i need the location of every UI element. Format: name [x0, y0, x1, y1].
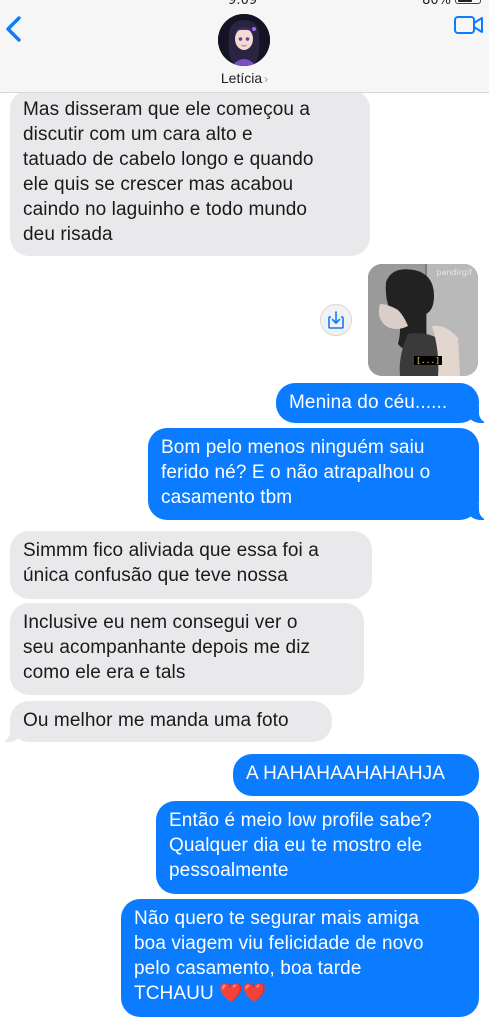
download-icon — [328, 311, 344, 329]
message-line: única confusão que teve nossa — [23, 565, 288, 586]
message-line: casamento tbm — [161, 487, 293, 508]
chevron-right-icon: › — [264, 72, 269, 86]
message-incoming[interactable]: Simmm fico aliviada que essa foi a única… — [10, 531, 372, 599]
message-outgoing[interactable]: A HAHAHAAHAHAHJA — [233, 754, 479, 796]
contact-name-button[interactable]: Letícia › — [0, 70, 489, 86]
status-time: 9:09 — [228, 0, 258, 8]
back-button[interactable] — [2, 14, 30, 44]
message-line: seu acompanhante depois me diz — [23, 637, 311, 658]
message-line: discutir com um cara alto e — [23, 124, 253, 145]
image-caption: [...] — [414, 356, 443, 365]
conversation-header: 9:09 80% Letícia › — [0, 0, 489, 93]
message-line: Menina do céu...... — [289, 392, 448, 413]
image-watermark: pandirgif — [436, 268, 472, 277]
message-line: boa viagem viu felicidade de novo — [134, 933, 424, 954]
message-line: Inclusive eu nem consegui ver o — [23, 612, 298, 633]
message-line: Ou melhor me manda uma foto — [23, 710, 289, 731]
message-incoming[interactable]: Mas disseram que ele começou a discutir … — [10, 90, 370, 256]
contact-name: Letícia — [220, 70, 263, 86]
avatar-illustration — [218, 14, 270, 66]
video-camera-icon — [454, 16, 483, 34]
message-outgoing[interactable]: Menina do céu...... — [276, 383, 489, 423]
message-outgoing[interactable]: Não quero te segurar mais amiga boa viag… — [121, 899, 479, 1017]
message-line: pessoalmente — [169, 860, 289, 881]
message-line: Bom pelo menos ninguém saiu — [161, 437, 425, 458]
message-line: ferido né? E o não atrapalhou o — [161, 462, 431, 483]
message-line: como ele era e tals — [23, 662, 186, 683]
message-line: tatuado de cabelo longo e quando — [23, 149, 314, 170]
message-outgoing[interactable]: Bom pelo menos ninguém saiu ferido né? E… — [148, 428, 489, 520]
message-line: Então é meio low profile sabe? — [169, 810, 432, 831]
message-line: Não quero te segurar mais amiga — [134, 908, 420, 929]
message-line: Simmm fico aliviada que essa foi a — [23, 540, 319, 561]
message-line: caindo no laguinho e todo mundo — [23, 199, 308, 220]
message-line: Qualquer dia eu te mostro ele — [169, 835, 423, 856]
battery-percentage: 80% — [422, 0, 451, 8]
message-incoming[interactable]: Inclusive eu nem consegui ver o seu acom… — [10, 603, 364, 695]
save-image-button[interactable] — [320, 304, 352, 336]
message-line: TCHAUU ❤️❤️ — [134, 983, 267, 1004]
image-attachment[interactable]: pandirgif [...] — [368, 264, 478, 376]
contact-avatar[interactable] — [218, 14, 270, 66]
message-line: deu risada — [23, 224, 113, 245]
message-line: A HAHAHAAHAHAHJA — [246, 763, 446, 784]
message-line: pelo casamento, boa tarde — [134, 958, 362, 979]
message-outgoing[interactable]: Então é meio low profile sabe? Qualquer … — [156, 801, 479, 894]
video-call-button[interactable] — [453, 12, 485, 38]
message-line: Mas disseram que ele começou a — [23, 99, 311, 120]
chevron-left-icon — [6, 16, 21, 42]
battery-icon — [455, 0, 481, 4]
message-incoming[interactable]: Ou melhor me manda uma foto — [0, 701, 332, 742]
message-line: ele quis se crescer mas acabou — [23, 174, 294, 195]
